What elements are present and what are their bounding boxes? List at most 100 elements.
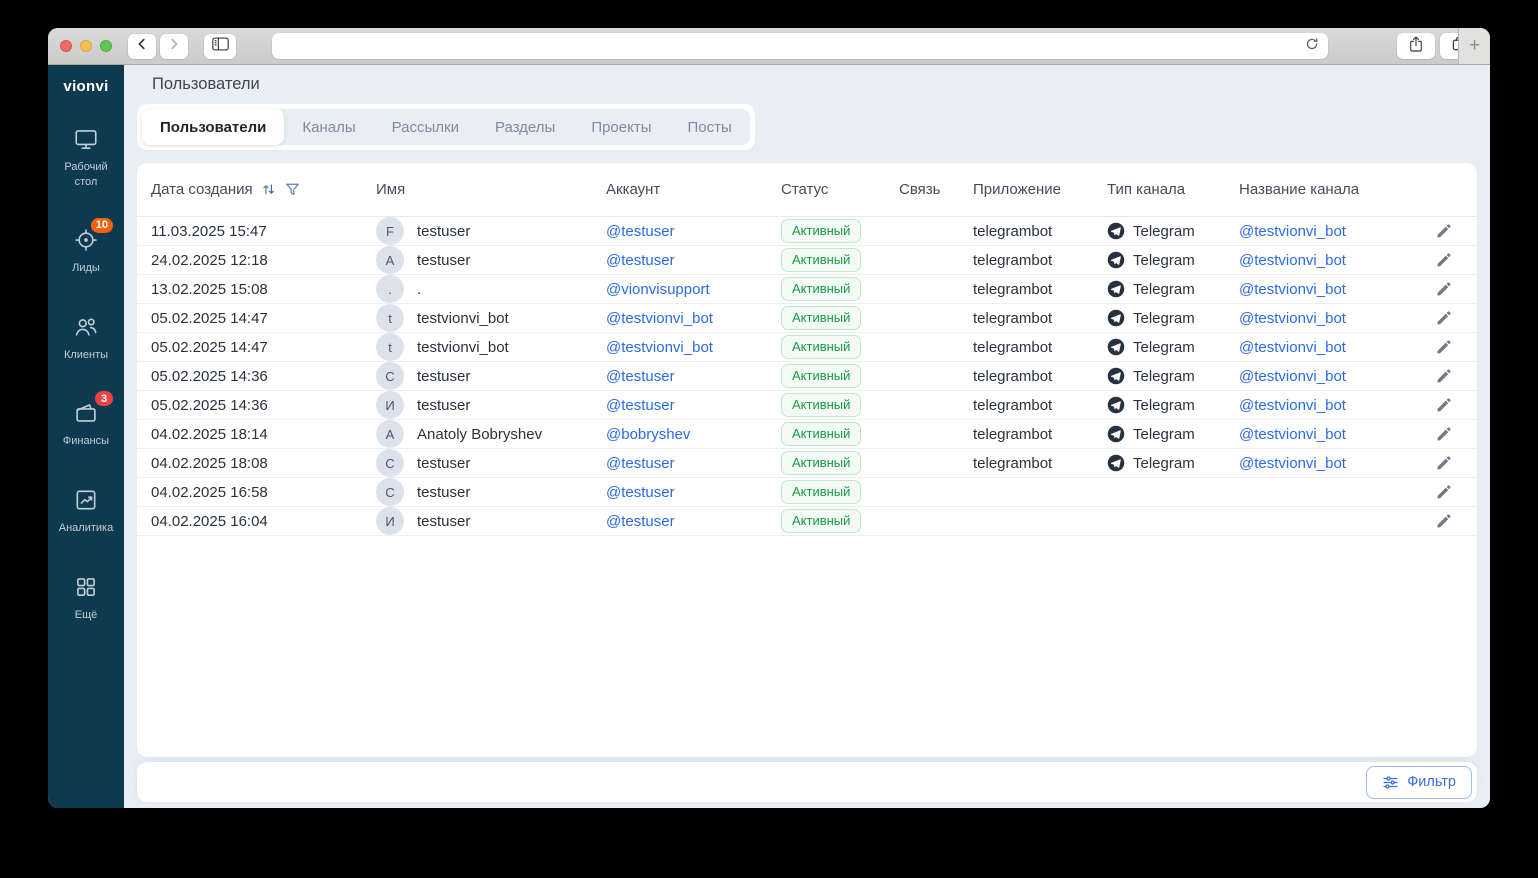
column-header-account: Аккаунт (606, 181, 661, 198)
share-button[interactable] (1397, 33, 1435, 59)
channel-link[interactable]: @testvionvi_bot (1239, 281, 1346, 298)
tab-mailings[interactable]: Рассылки (374, 109, 477, 145)
account-link[interactable]: @testuser (606, 252, 675, 269)
account-link[interactable]: @testuser (606, 455, 675, 472)
cell-channel-name: @testvionvi_bot (1239, 455, 1425, 472)
edit-icon[interactable] (1435, 425, 1453, 443)
cell-application: telegrambot (973, 338, 1053, 356)
sort-icon[interactable] (260, 181, 277, 198)
tab-posts[interactable]: Посты (670, 109, 750, 145)
cell-application: telegrambot (973, 396, 1053, 414)
minimize-window-button[interactable] (80, 40, 92, 52)
account-link[interactable]: @vionvisupport (606, 281, 710, 298)
sidebar-item-leads[interactable]: 10 Лиды (72, 216, 114, 276)
forward-button[interactable] (160, 33, 188, 59)
url-bar[interactable] (272, 33, 1328, 59)
new-tab-button[interactable]: + (1458, 28, 1490, 64)
cell-created-date: 04.02.2025 18:14 (151, 425, 268, 443)
back-button[interactable] (128, 33, 156, 59)
cell-application: telegrambot (973, 222, 1053, 240)
cell-channel-type: Telegram (1107, 425, 1239, 443)
avatar: A (376, 420, 404, 448)
table-row: 05.02.2025 14:47 t testvionvi_bot @testv… (137, 333, 1477, 362)
sidebar-item-more[interactable]: Ещё (73, 574, 99, 623)
channel-link[interactable]: @testvionvi_bot (1239, 310, 1346, 327)
channel-link[interactable]: @testvionvi_bot (1239, 368, 1346, 385)
avatar: И (376, 391, 404, 419)
cell-account: @testuser (606, 252, 781, 269)
column-header-date[interactable]: Дата создания (151, 181, 376, 198)
close-window-button[interactable] (60, 40, 72, 52)
sidebar-item-desktop[interactable]: Рабочий стол (52, 126, 120, 190)
cell-account: @testuser (606, 397, 781, 414)
telegram-icon (1107, 396, 1125, 414)
account-link[interactable]: @testuser (606, 223, 675, 240)
edit-icon[interactable] (1435, 396, 1453, 414)
account-link[interactable]: @testuser (606, 484, 675, 501)
telegram-icon (1107, 338, 1125, 356)
tab-projects[interactable]: Проекты (573, 109, 669, 145)
column-header-channel-type: Тип канала (1107, 181, 1186, 198)
avatar: C (376, 362, 404, 390)
filter-button[interactable]: Фильтр (1366, 765, 1472, 799)
tab-sections[interactable]: Разделы (477, 109, 573, 145)
account-link[interactable]: @testuser (606, 513, 675, 530)
edit-icon[interactable] (1435, 483, 1453, 501)
cell-created-date: 05.02.2025 14:36 (151, 396, 268, 414)
cell-actions (1425, 396, 1463, 414)
cell-created-date: 04.02.2025 18:08 (151, 454, 268, 472)
account-link[interactable]: @testuser (606, 368, 675, 385)
filter-funnel-icon[interactable] (284, 181, 301, 198)
sidebar-item-analytics[interactable]: Аналитика (59, 487, 113, 536)
edit-icon[interactable] (1435, 367, 1453, 385)
user-name: testuser (417, 222, 471, 240)
channel-link[interactable]: @testvionvi_bot (1239, 426, 1346, 443)
cell-channel-name: @testvionvi_bot (1239, 339, 1425, 356)
user-name: testuser (417, 483, 471, 501)
account-link[interactable]: @bobryshev (606, 426, 690, 443)
table-row: 05.02.2025 14:36 И testuser @testuser Ак… (137, 391, 1477, 420)
telegram-icon (1107, 222, 1125, 240)
channel-link[interactable]: @testvionvi_bot (1239, 339, 1346, 356)
tab-users[interactable]: Пользователи (142, 109, 285, 145)
edit-icon[interactable] (1435, 338, 1453, 356)
channel-link[interactable]: @testvionvi_bot (1239, 455, 1346, 472)
cell-channel-type: Telegram (1107, 280, 1239, 298)
account-link[interactable]: @testvionvi_bot (606, 310, 713, 327)
account-link[interactable]: @testvionvi_bot (606, 339, 713, 356)
table-row: 24.02.2025 12:18 A testuser @testuser Ак… (137, 246, 1477, 275)
cell-account: @testvionvi_bot (606, 310, 781, 327)
cell-application: telegrambot (973, 425, 1053, 443)
screen: + vionvi Рабочий стол 10 Лиды Клиенты 3 … (0, 0, 1538, 878)
finance-count-badge: 3 (94, 390, 114, 408)
edit-icon[interactable] (1435, 454, 1453, 472)
sidebar-item-finance[interactable]: 3 Финансы (63, 390, 114, 449)
channel-link[interactable]: @testvionvi_bot (1239, 252, 1346, 269)
channel-link[interactable]: @testvionvi_bot (1239, 397, 1346, 414)
edit-icon[interactable] (1435, 222, 1453, 240)
channel-link[interactable]: @testvionvi_bot (1239, 223, 1346, 240)
sliders-icon (1382, 774, 1399, 791)
sidebar-toggle-button[interactable] (204, 33, 236, 59)
cell-name: C testuser (376, 449, 606, 477)
account-link[interactable]: @testuser (606, 397, 675, 414)
edit-icon[interactable] (1435, 251, 1453, 269)
cell-name: И testuser (376, 507, 606, 535)
zoom-window-button[interactable] (100, 40, 112, 52)
avatar: . (376, 275, 404, 303)
users-table: Дата создания Имя Аккаунт Статус Связь П… (137, 163, 1477, 757)
cell-account: @bobryshev (606, 426, 781, 443)
channel-type-label: Telegram (1133, 396, 1195, 414)
footer-bar: Фильтр (137, 762, 1477, 802)
cell-status: Активный (781, 219, 899, 243)
user-name: testuser (417, 367, 471, 385)
tabs-card: Пользователи Каналы Рассылки Разделы Про… (137, 104, 755, 150)
cell-created-date: 04.02.2025 16:58 (151, 483, 268, 501)
tab-channels[interactable]: Каналы (284, 109, 373, 145)
cell-account: @testuser (606, 223, 781, 240)
edit-icon[interactable] (1435, 280, 1453, 298)
edit-icon[interactable] (1435, 309, 1453, 327)
reload-icon[interactable] (1305, 37, 1319, 56)
sidebar-item-clients[interactable]: Клиенты (64, 314, 108, 363)
edit-icon[interactable] (1435, 512, 1453, 530)
